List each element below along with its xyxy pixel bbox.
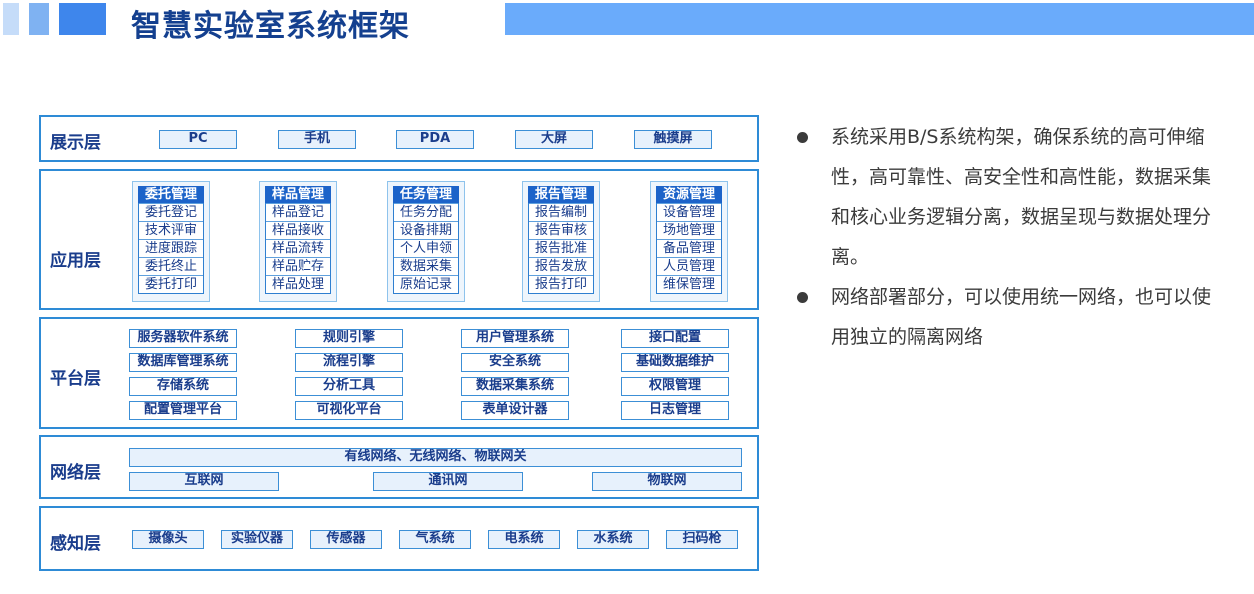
- layer-label: 网络层: [50, 463, 101, 483]
- platform-item: 配置管理平台: [129, 401, 237, 420]
- module-item: 样品流转: [266, 239, 330, 257]
- network-layer: 网络层 有线网络、无线网络、物联网关 互联网 通讯网 物联网: [39, 435, 759, 499]
- display-item: 触摸屏: [634, 130, 712, 149]
- perception-item: 水系统: [577, 530, 649, 549]
- platform-item: 可视化平台: [295, 401, 403, 420]
- platform-item: 存储系统: [129, 377, 237, 396]
- module-item: 报告审核: [529, 221, 593, 239]
- platform-item: 用户管理系统: [461, 329, 569, 348]
- platform-item: 分析工具: [295, 377, 403, 396]
- description-text: 系统采用B/S系统构架，确保系统的高可伸缩性，高可靠性、高安全性和高性能，数据采…: [831, 126, 1212, 268]
- bullet-dot-icon: [797, 292, 808, 303]
- perception-item: 气系统: [399, 530, 471, 549]
- perception-layer: 感知层 摄像头 实验仪器 传感器 气系统 电系统 水系统 扫码枪: [39, 506, 759, 571]
- platform-item: 权限管理: [621, 377, 729, 396]
- header-decor-block-1: [3, 3, 19, 35]
- module-item: 样品接收: [266, 221, 330, 239]
- description-text: 网络部署部分，可以使用统一网络，也可以使用独立的隔离网络: [831, 286, 1212, 348]
- platform-layer: 平台层 服务器软件系统 数据库管理系统 存储系统 配置管理平台 规则引擎 流程引…: [39, 317, 759, 429]
- layer-label: 感知层: [50, 534, 101, 554]
- perception-item: 扫码枪: [666, 530, 738, 549]
- module-item: 委托登记: [139, 203, 203, 221]
- description-item: 网络部署部分，可以使用统一网络，也可以使用独立的隔离网络: [797, 277, 1227, 357]
- module-title: 资源管理: [656, 186, 722, 203]
- module-item: 设备排期: [394, 221, 458, 239]
- module-item: 个人申领: [394, 239, 458, 257]
- module-title: 样品管理: [265, 186, 331, 203]
- module-item: 样品登记: [266, 203, 330, 221]
- module-item: 任务分配: [394, 203, 458, 221]
- module-item: 报告批准: [529, 239, 593, 257]
- module-item: 场地管理: [657, 221, 721, 239]
- module-item: 原始记录: [394, 275, 458, 293]
- layer-label: 应用层: [50, 251, 101, 271]
- module-title: 委托管理: [138, 186, 204, 203]
- display-item: PDA: [396, 130, 474, 149]
- platform-item: 接口配置: [621, 329, 729, 348]
- module-sample: 样品管理 样品登记 样品接收 样品流转 样品贮存 样品处理: [259, 181, 337, 302]
- perception-item: 实验仪器: [221, 530, 293, 549]
- network-item: 互联网: [129, 472, 279, 491]
- platform-item: 服务器软件系统: [129, 329, 237, 348]
- display-layer: 展示层 PC 手机 PDA 大屏 触摸屏: [39, 115, 759, 162]
- network-top: 有线网络、无线网络、物联网关: [129, 448, 742, 467]
- platform-item: 规则引擎: [295, 329, 403, 348]
- network-item: 物联网: [592, 472, 742, 491]
- module-title: 报告管理: [528, 186, 594, 203]
- module-item: 样品贮存: [266, 257, 330, 275]
- platform-item: 数据采集系统: [461, 377, 569, 396]
- header-decor-block-2: [29, 3, 49, 35]
- bullet-dot-icon: [797, 132, 808, 143]
- module-item: 进度跟踪: [139, 239, 203, 257]
- header-decor-bar: [505, 3, 1254, 35]
- display-item: PC: [159, 130, 237, 149]
- page-title: 智慧实验室系统框架: [131, 9, 410, 44]
- module-task: 任务管理 任务分配 设备排期 个人申领 数据采集 原始记录: [387, 181, 465, 302]
- module-title: 任务管理: [393, 186, 459, 203]
- layer-label: 展示层: [50, 133, 101, 153]
- platform-item: 数据库管理系统: [129, 353, 237, 372]
- perception-item: 传感器: [310, 530, 382, 549]
- platform-item: 日志管理: [621, 401, 729, 420]
- module-report: 报告管理 报告编制 报告审核 报告批准 报告发放 报告打印: [522, 181, 600, 302]
- platform-item: 基础数据维护: [621, 353, 729, 372]
- perception-item: 摄像头: [132, 530, 204, 549]
- module-item: 维保管理: [657, 275, 721, 293]
- description-item: 系统采用B/S系统构架，确保系统的高可伸缩性，高可靠性、高安全性和高性能，数据采…: [797, 117, 1227, 277]
- module-item: 委托终止: [139, 257, 203, 275]
- module-item: 技术评审: [139, 221, 203, 239]
- network-item: 通讯网: [373, 472, 523, 491]
- display-item: 手机: [278, 130, 356, 149]
- module-item: 报告编制: [529, 203, 593, 221]
- module-item: 样品处理: [266, 275, 330, 293]
- module-commission: 委托管理 委托登记 技术评审 进度跟踪 委托终止 委托打印: [132, 181, 210, 302]
- perception-item: 电系统: [488, 530, 560, 549]
- platform-item: 表单设计器: [461, 401, 569, 420]
- display-item: 大屏: [515, 130, 593, 149]
- layer-label: 平台层: [50, 369, 101, 389]
- module-item: 人员管理: [657, 257, 721, 275]
- module-item: 报告打印: [529, 275, 593, 293]
- module-item: 设备管理: [657, 203, 721, 221]
- module-item: 报告发放: [529, 257, 593, 275]
- application-layer: 应用层 委托管理 委托登记 技术评审 进度跟踪 委托终止 委托打印 样品管理 样…: [39, 169, 759, 310]
- platform-item: 安全系统: [461, 353, 569, 372]
- module-resource: 资源管理 设备管理 场地管理 备品管理 人员管理 维保管理: [650, 181, 728, 302]
- header-decor-block-3: [59, 3, 106, 35]
- description-list: 系统采用B/S系统构架，确保系统的高可伸缩性，高可靠性、高安全性和高性能，数据采…: [797, 117, 1227, 357]
- module-item: 备品管理: [657, 239, 721, 257]
- platform-item: 流程引擎: [295, 353, 403, 372]
- module-item: 数据采集: [394, 257, 458, 275]
- module-item: 委托打印: [139, 275, 203, 293]
